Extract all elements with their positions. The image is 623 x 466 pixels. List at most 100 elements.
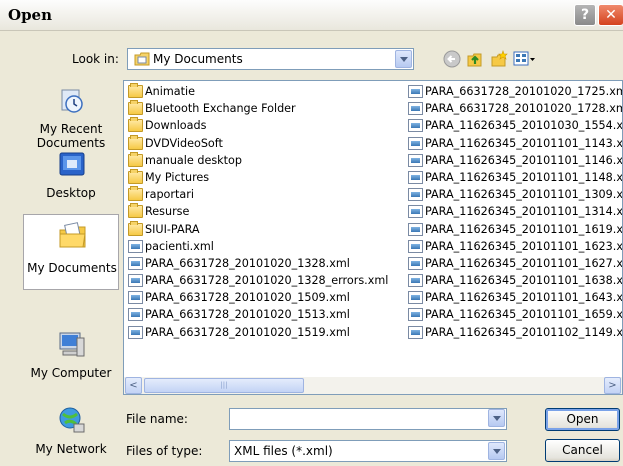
- horizontal-scrollbar[interactable]: < ||| >: [124, 377, 622, 394]
- views-menu-icon[interactable]: [513, 50, 537, 68]
- place-label: Desktop: [46, 186, 96, 200]
- file-name-label: File name:: [126, 412, 188, 426]
- recent-documents-icon: [61, 89, 83, 113]
- item-name: pacienti.xml: [145, 239, 214, 253]
- title-bar[interactable]: Open ? ✕: [0, 0, 623, 31]
- folder-icon: [128, 220, 143, 236]
- xml-file-icon: [408, 239, 423, 253]
- my-documents-folder-icon: [134, 52, 150, 66]
- item-name: Bluetooth Exchange Folder: [145, 102, 296, 116]
- xml-file-icon: [128, 256, 143, 270]
- xml-file-icon: [408, 102, 423, 116]
- look-in-dropdown[interactable]: My Documents: [127, 48, 414, 70]
- item-name: Resurse: [145, 205, 190, 219]
- item-name: PARA_11626345_20101101_1659.xr: [425, 308, 623, 322]
- file-type-dropdown[interactable]: XML files (*.xml): [229, 440, 507, 462]
- desktop-icon: [59, 152, 85, 176]
- back-icon[interactable]: [443, 50, 461, 68]
- place-desktop[interactable]: Desktop: [23, 144, 119, 214]
- xml-file-icon: [408, 222, 423, 236]
- place-my-recent-documents[interactable]: My Recent Documents: [23, 80, 119, 150]
- xml-file-icon: [408, 136, 423, 150]
- xml-file-icon: [128, 274, 143, 288]
- xml-file-icon: [128, 325, 143, 339]
- my-computer-icon: [59, 332, 85, 357]
- item-name: PARA_11626345_20101030_1554.xr: [425, 119, 623, 133]
- file-name-input[interactable]: [229, 408, 507, 430]
- xml-file-icon: [408, 291, 423, 305]
- folder-icon: [128, 117, 143, 133]
- place-my-documents[interactable]: My Documents: [23, 214, 119, 290]
- item-name: manuale desktop: [145, 153, 242, 167]
- folder-icon: [128, 203, 143, 219]
- file-name-dropdown-arrow[interactable]: [488, 409, 505, 427]
- xml-file-icon: [408, 119, 423, 133]
- xml-file-icon: [408, 325, 423, 339]
- cancel-button[interactable]: Cancel: [545, 439, 620, 462]
- place-label: My Computer: [30, 366, 112, 380]
- xml-file-icon: [128, 308, 143, 322]
- folder-icon: [128, 134, 143, 150]
- item-name: PARA_11626345_20101101_1638.xr: [425, 274, 623, 288]
- item-name: Animatie: [145, 85, 195, 98]
- xml-file-icon: [128, 291, 143, 305]
- help-button[interactable]: ?: [574, 4, 596, 26]
- xml-file-icon: [408, 188, 423, 202]
- item-name: PARA_6631728_20101020_1328.xml: [145, 256, 350, 270]
- xml-file-icon: [408, 308, 423, 322]
- my-documents-icon: [59, 222, 86, 248]
- folder-icon: [128, 83, 143, 98]
- item-name: PARA_11626345_20101101_1309.xr: [425, 188, 623, 202]
- chevron-down-icon[interactable]: [488, 442, 505, 460]
- close-button[interactable]: ✕: [598, 4, 623, 26]
- item-name: PARA_11626345_20101101_1643.xr: [425, 291, 623, 305]
- item-name: PARA_11626345_20101101_1143.xr: [425, 136, 623, 150]
- file-type-value: XML files (*.xml): [234, 444, 333, 458]
- item-name: PARA_11626345_20101101_1619.xr: [425, 222, 623, 236]
- xml-file-icon: [408, 153, 423, 167]
- xml-file-icon: [408, 85, 423, 98]
- item-name: PARA_6631728_20101020_1509.xml: [145, 291, 350, 305]
- new-folder-icon[interactable]: [490, 50, 508, 68]
- item-name: PARA_11626345_20101102_1149.xr: [425, 325, 623, 339]
- open-button[interactable]: Open: [545, 408, 620, 431]
- folder-icon: [128, 100, 143, 116]
- xml-file-icon: [408, 205, 423, 219]
- folder-icon: [128, 168, 143, 184]
- up-folder-icon[interactable]: [466, 50, 484, 68]
- item-name: raportari: [145, 188, 194, 202]
- item-name: PARA_11626345_20101101_1623.xr: [425, 239, 623, 253]
- scroll-right-button[interactable]: >: [604, 377, 621, 394]
- item-name: PARA_11626345_20101101_1148.xr: [425, 170, 623, 184]
- chevron-down-icon[interactable]: [395, 50, 412, 68]
- xml-file-icon: [408, 274, 423, 288]
- xml-file-icon: [128, 239, 143, 253]
- item-name: PARA_6631728_20101020_1519.xml: [145, 325, 350, 339]
- item-name: PARA_6631728_20101020_1513.xml: [145, 308, 350, 322]
- scroll-left-button[interactable]: <: [125, 377, 142, 394]
- item-name: SIUI-PARA: [145, 222, 200, 236]
- item-name: PARA_11626345_20101101_1627.xr: [425, 256, 623, 270]
- file-type-label: Files of type:: [126, 444, 203, 458]
- item-name: Downloads: [145, 119, 207, 133]
- my-network-icon: [59, 407, 85, 433]
- look-in-label: Look in:: [72, 52, 119, 66]
- item-name: PARA_6631728_20101020_1725.xml: [425, 85, 623, 98]
- xml-file-icon: [408, 256, 423, 270]
- places-bar: My Recent Documents Desktop My Documents: [23, 80, 119, 466]
- look-in-value: My Documents: [153, 52, 243, 66]
- place-my-network[interactable]: My Network: [23, 400, 119, 466]
- place-label: My Documents: [27, 261, 117, 275]
- folder-icon: [128, 186, 143, 202]
- place-my-computer[interactable]: My Computer: [23, 324, 119, 394]
- file-list[interactable]: Animatie Bluetooth Exchange Folder Downloa…: [123, 80, 623, 395]
- xml-file-icon: [408, 170, 423, 184]
- item-name: DVDVideoSoft: [145, 136, 223, 150]
- item-name: PARA_6631728_20101020_1728.xml: [425, 102, 623, 116]
- scrollbar-thumb[interactable]: |||: [144, 378, 304, 393]
- item-name: PARA_11626345_20101101_1314.xr: [425, 205, 623, 219]
- dialog-title: Open: [8, 6, 53, 24]
- item-name: PARA_6631728_20101020_1328_errors.xml: [145, 274, 389, 288]
- item-name: PARA_11626345_20101101_1146.xr: [425, 153, 623, 167]
- item-name: My Pictures: [145, 170, 210, 184]
